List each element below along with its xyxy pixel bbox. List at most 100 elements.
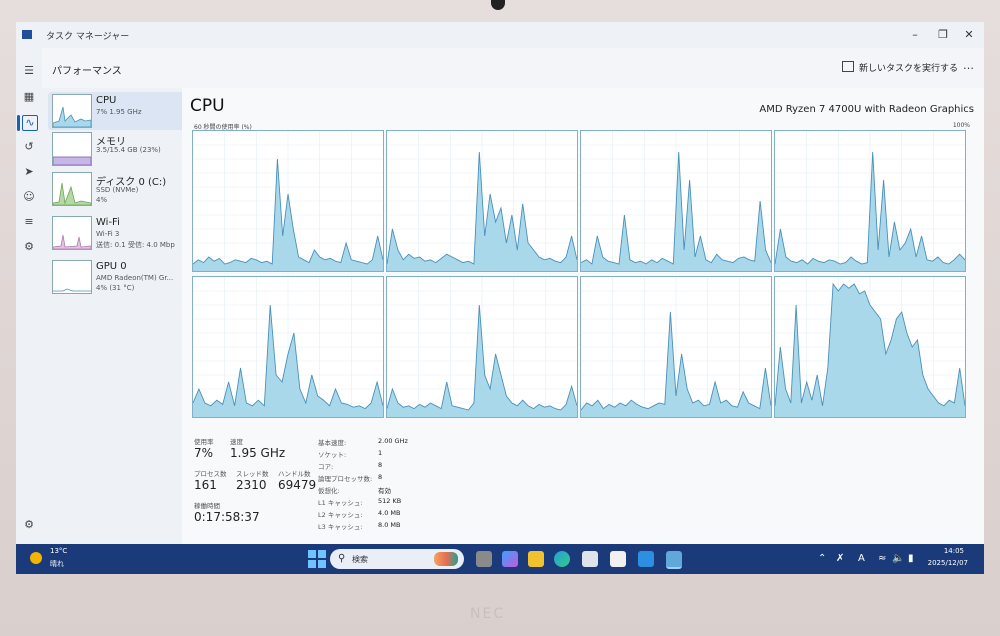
thread-count-label: スレッド数: [236, 470, 269, 478]
settings-gear-icon[interactable]: ⚙: [22, 518, 36, 532]
sidebar-item-detail: 4%: [96, 196, 108, 204]
process-count-value: 161: [194, 478, 217, 492]
run-new-task-button[interactable]: 新しいタスクを実行する: [841, 61, 958, 74]
nav-active-indicator: [17, 115, 20, 131]
memory-thumbnail-graph: [52, 132, 92, 166]
task-view-icon[interactable]: [476, 551, 492, 567]
page-header: パフォーマンス 新しいタスクを実行する …: [42, 48, 984, 88]
app-history-icon[interactable]: ↺: [22, 140, 36, 154]
usage-value: 7%: [194, 446, 214, 460]
cpu-thumbnail-graph: [52, 94, 92, 128]
search-placeholder: 検索: [352, 555, 368, 564]
window-title: タスク マネージャー: [46, 32, 130, 42]
core-graph-1: [386, 130, 578, 272]
start-button[interactable]: [308, 550, 326, 568]
core-graph-7: [774, 276, 966, 418]
left-nav-rail: ☰ ▦ ∿ ↺ ➤ ☺ ≡ ⚙ ⚙: [16, 48, 42, 544]
spec-value: 1: [378, 449, 383, 457]
ime-indicator[interactable]: A: [858, 553, 865, 564]
hamburger-menu-icon[interactable]: ☰: [22, 64, 36, 78]
clock-time[interactable]: 14:05: [944, 547, 964, 555]
thread-count-value: 2310: [236, 478, 267, 492]
disk-thumbnail-graph: [52, 172, 92, 206]
store-icon[interactable]: [582, 551, 598, 567]
speed-label: 速度: [230, 438, 243, 446]
sidebar-item-cpu[interactable]: CPU 7% 1.95 GHz: [48, 92, 202, 130]
page-title: パフォーマンス: [52, 66, 122, 77]
windows-logo-icon: [318, 560, 326, 568]
spec-value: 512 KB: [378, 497, 402, 505]
sidebar-item-gpu[interactable]: GPU 0 AMD Radeon(TM) Gr... 4% (31 °C): [48, 258, 202, 296]
sidebar-item-detail: SSD (NVMe): [96, 186, 139, 194]
processes-icon[interactable]: ▦: [22, 90, 36, 104]
windows-logo-icon: [308, 560, 316, 568]
performance-icon[interactable]: ∿: [22, 115, 38, 131]
weather-condition[interactable]: 晴れ: [50, 559, 64, 569]
usage-label: 使用率: [194, 438, 214, 446]
weather-temperature[interactable]: 13°C: [50, 547, 67, 555]
edge-browser-icon[interactable]: [554, 551, 570, 567]
spec-value: 有効: [378, 487, 391, 495]
sidebar-item-memory[interactable]: メモリ 3.5/15.4 GB (23%): [48, 130, 202, 168]
spec-label: L3 キャッシュ:: [318, 523, 363, 531]
sidebar-item-disk[interactable]: ディスク 0 (C:) SSD (NVMe) 4%: [48, 170, 202, 208]
spec-value: 2.00 GHz: [378, 437, 408, 445]
core-graphs-grid: [192, 130, 984, 420]
handle-count-label: ハンドル数: [278, 470, 311, 478]
spec-label: 基本速度:: [318, 439, 347, 447]
camera-app-icon[interactable]: [638, 551, 654, 567]
gpu-thumbnail-graph: [52, 260, 92, 294]
task-manager-icon: [22, 30, 32, 39]
sidebar-item-label: GPU 0: [96, 261, 127, 272]
file-explorer-icon[interactable]: [528, 551, 544, 567]
battery-icon[interactable]: ▮: [908, 553, 914, 564]
run-task-icon: [841, 61, 854, 72]
sidebar-item-detail: 4% (31 °C): [96, 284, 135, 292]
weather-sun-icon[interactable]: [30, 552, 42, 564]
sidebar-item-label: Wi-Fi: [96, 217, 120, 228]
performance-sidebar: CPU 7% 1.95 GHz メモリ 3.5/15.4 GB (23%) ディ…: [42, 88, 202, 544]
wifi-thumbnail-graph: [52, 216, 92, 250]
sidebar-item-detail: Wi-Fi 3: [96, 230, 120, 238]
uptime-label: 稼働時間: [194, 502, 220, 510]
sidebar-item-detail: 7% 1.95 GHz: [96, 108, 142, 116]
uptime-value: 0:17:58:37: [194, 510, 260, 524]
title-bar: タスク マネージャー – ❐ ✕: [16, 22, 984, 48]
spec-value: 8: [378, 461, 383, 469]
network-off-icon[interactable]: ✗: [836, 553, 844, 564]
maximize-button[interactable]: ❐: [930, 25, 956, 45]
taskbar-search-box[interactable]: ⚲ 検索: [330, 549, 464, 569]
search-icon: ⚲: [338, 553, 346, 564]
cpu-model-name: AMD Ryzen 7 4700U with Radeon Graphics: [759, 104, 974, 115]
users-icon[interactable]: ☺: [22, 190, 36, 204]
spec-label: L2 キャッシュ:: [318, 511, 363, 519]
notepad-icon[interactable]: [610, 551, 626, 567]
windows-logo-icon: [308, 550, 316, 558]
core-graph-3: [774, 130, 966, 272]
sidebar-item-detail: AMD Radeon(TM) Gr...: [96, 274, 174, 282]
details-icon[interactable]: ≡: [22, 215, 36, 229]
spec-label: コア:: [318, 463, 334, 471]
more-options-button[interactable]: …: [963, 59, 974, 72]
sidebar-item-detail: 送信: 0.1 受信: 4.0 Mbp: [96, 241, 175, 249]
copilot-icon[interactable]: [502, 551, 518, 567]
services-icon[interactable]: ⚙: [22, 240, 36, 254]
page-title: CPU: [190, 96, 225, 116]
brand-logo: NEC: [470, 606, 506, 622]
show-hidden-icons-chevron-icon[interactable]: ⌃: [818, 553, 826, 564]
run-task-label: 新しいタスクを実行する: [858, 64, 958, 74]
task-manager-taskbar-icon[interactable]: [666, 551, 682, 569]
minimize-button[interactable]: –: [902, 25, 928, 45]
sidebar-item-detail: 3.5/15.4 GB (23%): [96, 146, 161, 154]
clock-date[interactable]: 2025/12/07: [928, 559, 968, 567]
spec-label: 仮想化:: [318, 487, 340, 495]
search-highlight-icon: [434, 552, 458, 566]
utilization-max-label: 100%: [952, 122, 970, 129]
wifi-icon[interactable]: ≈: [878, 553, 886, 564]
core-graph-2: [580, 130, 772, 272]
spec-label: 論理プロセッサ数:: [318, 475, 373, 483]
close-button[interactable]: ✕: [956, 25, 982, 45]
sidebar-item-wifi[interactable]: Wi-Fi Wi-Fi 3 送信: 0.1 受信: 4.0 Mbp: [48, 214, 202, 252]
volume-icon[interactable]: 🔈: [892, 553, 904, 564]
startup-apps-icon[interactable]: ➤: [22, 165, 36, 179]
